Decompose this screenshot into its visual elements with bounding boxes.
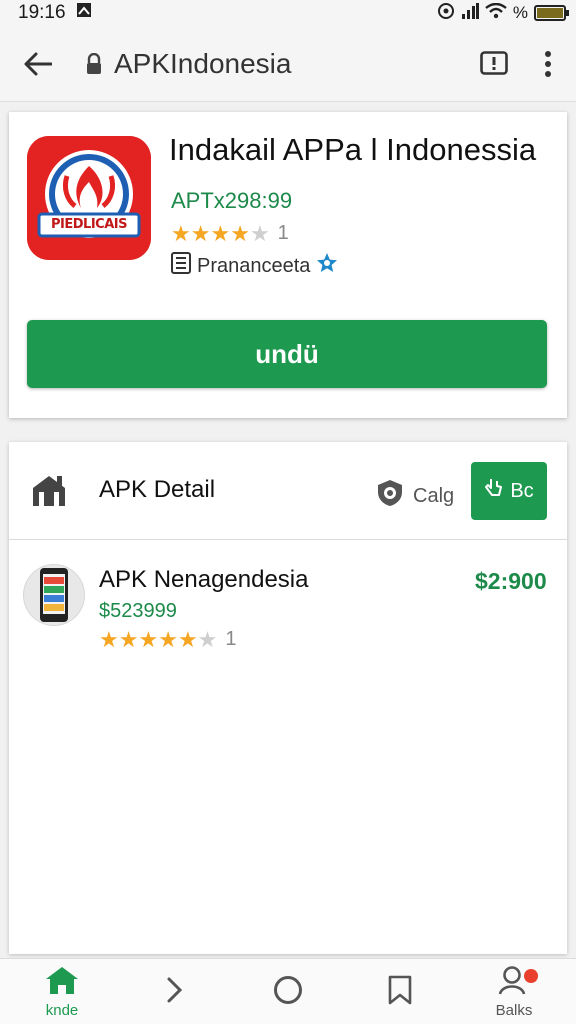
lock-icon — [86, 52, 106, 76]
nav-forward[interactable] — [134, 959, 214, 1024]
wifi-icon — [485, 2, 507, 24]
star-icon: ★ — [118, 626, 139, 652]
category-button[interactable]: Calg — [375, 478, 454, 514]
shield-icon — [375, 478, 405, 514]
detail-action-label: Bc — [510, 479, 534, 502]
list-item[interactable]: APK Nenagendesia $523999 ★ ★ ★ ★ ★ ★ 1 $… — [9, 552, 567, 662]
developer-row: Prananceeta — [171, 252, 338, 280]
star-icon: ★ — [138, 626, 159, 652]
notification-icon — [76, 2, 92, 24]
tab-switcher-icon[interactable] — [478, 48, 510, 80]
nav-circle[interactable] — [248, 959, 328, 1024]
overflow-menu-icon[interactable] — [538, 48, 558, 80]
hand-icon — [484, 477, 504, 505]
back-arrow-icon[interactable] — [18, 44, 58, 84]
rating-count: 1 — [225, 628, 237, 650]
bottom-navigation: knde Balks — [0, 958, 576, 1024]
category-label: Calg — [413, 484, 455, 507]
store-home-icon[interactable] — [29, 470, 69, 510]
app-icon[interactable]: PIEDLICAIS — [27, 136, 151, 260]
apk-detail-card: APK Detail Calg Bc APK Nenagendesia $523… — [9, 442, 567, 954]
status-bar: 19:16 % — [0, 0, 576, 26]
browser-address-bar: APKIndonesia — [0, 26, 576, 102]
signal-icon — [461, 2, 479, 24]
app-title: Indakail APPa l Indonessia — [169, 132, 537, 167]
star-empty-icon: ★ — [249, 220, 270, 246]
battery-icon — [534, 5, 569, 21]
status-time: 19:16 — [18, 2, 66, 23]
item-name: APK Nenagendesia — [99, 566, 309, 593]
home-icon — [44, 965, 80, 1000]
rating-count: 1 — [277, 222, 289, 244]
app-icon-text: PIEDLICAIS — [51, 217, 127, 232]
notification-badge — [524, 969, 538, 983]
item-subtitle: $523999 — [99, 600, 177, 622]
detail-title: APK Detail — [99, 476, 216, 503]
nav-bookmark[interactable] — [360, 959, 440, 1024]
star-icon: ★ — [158, 626, 178, 652]
nav-home-label: knde — [45, 1002, 79, 1019]
battery-percent: % — [512, 3, 528, 22]
star-icon: ★ — [230, 220, 250, 246]
star-icon: ★ — [177, 626, 198, 652]
document-icon — [171, 252, 191, 280]
detail-action-button[interactable]: Bc — [471, 462, 547, 520]
star-icon: ★ — [190, 220, 211, 246]
app-card: PIEDLICAIS Indakail APPa l Indonessia AP… — [9, 112, 567, 418]
nav-account[interactable]: Balks — [474, 959, 554, 1024]
app-rating: ★ ★ ★ ★ ★ 1 — [171, 222, 289, 245]
item-price: $2:900 — [475, 568, 547, 594]
nav-home[interactable]: knde — [22, 959, 102, 1024]
url-text[interactable]: APKIndonesia — [114, 48, 291, 80]
phone-thumbnail-icon — [23, 564, 85, 626]
chevron-right-icon — [165, 976, 183, 1009]
nav-account-label: Balks — [495, 1002, 533, 1019]
verified-star-icon — [316, 252, 338, 280]
star-icon: ★ — [99, 626, 119, 652]
install-button[interactable]: undü — [27, 320, 547, 388]
bookmark-icon — [387, 975, 413, 1010]
developer-name[interactable]: Prananceeta — [197, 255, 310, 278]
item-rating: ★ ★ ★ ★ ★ ★ 1 — [99, 628, 237, 651]
circle-icon — [273, 975, 303, 1010]
alarm-icon — [437, 2, 455, 25]
star-icon: ★ — [210, 220, 231, 246]
star-icon: ★ — [171, 220, 191, 246]
app-price: APTx298:99 — [171, 188, 293, 213]
detail-header: APK Detail Calg Bc — [9, 442, 567, 540]
star-empty-icon: ★ — [197, 626, 218, 652]
